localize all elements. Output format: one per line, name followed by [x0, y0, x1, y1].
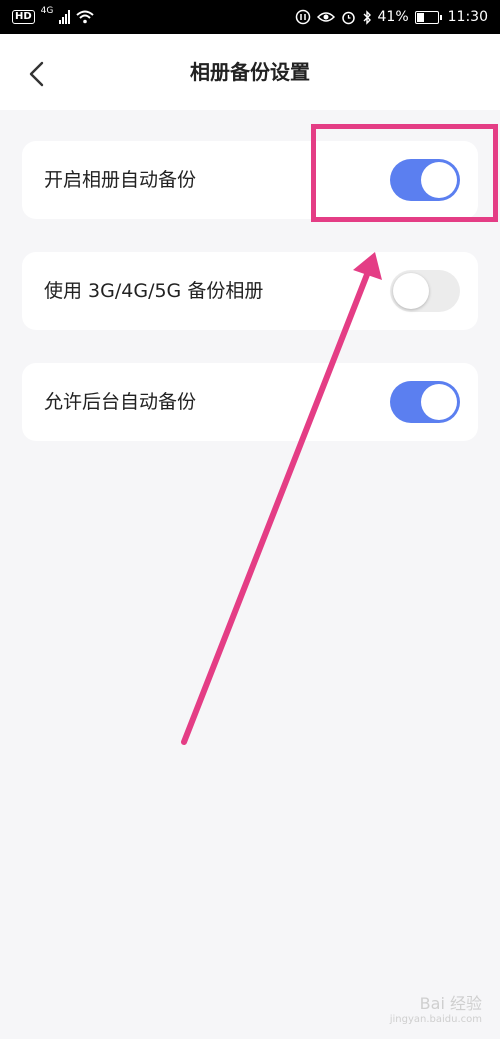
watermark-url: jingyan.baidu.com	[389, 1014, 482, 1025]
watermark-brand: Bai 经验	[419, 994, 482, 1013]
annotation-arrow	[181, 252, 382, 745]
watermark: Bai 经验 jingyan.baidu.com	[390, 990, 482, 1025]
